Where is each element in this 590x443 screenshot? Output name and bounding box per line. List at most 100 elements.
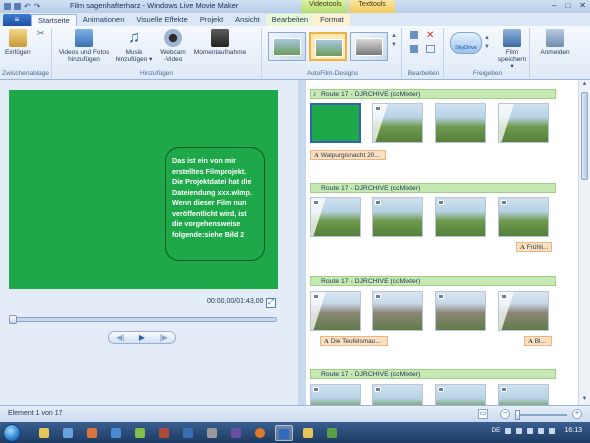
next-frame-button[interactable]: |▶ (160, 333, 168, 342)
application-menu-button[interactable]: ≡ (3, 14, 31, 26)
zoom-slider[interactable] (515, 410, 567, 420)
clip-thumbnail-6[interactable] (372, 197, 423, 237)
preview-monitor[interactable]: Das ist ein von mir erstelltes Filmproje… (9, 90, 278, 289)
gallery-down-icon[interactable]: ▼ (391, 41, 397, 50)
webcam-video-button[interactable]: Webcam -Video (156, 29, 190, 63)
language-indicator[interactable]: DE (491, 427, 500, 434)
taskbar-app-3[interactable] (107, 425, 125, 441)
scroll-up-icon[interactable]: ▲ (580, 81, 589, 89)
paste-button[interactable]: Einfügen (5, 29, 31, 56)
taskbar-app-movie-maker[interactable] (275, 424, 293, 441)
clip-thumbnail-11[interactable] (435, 291, 486, 331)
clip-thumbnail-8[interactable] (498, 197, 549, 237)
zoom-thumb[interactable] (515, 410, 520, 420)
theme-thumbnail-1[interactable] (268, 32, 306, 61)
clip-thumbnail-15[interactable] (435, 384, 486, 405)
music-track-bar[interactable]: ♪ Route 17 - DJRCHIVE (ccMixter) (310, 89, 556, 99)
start-button[interactable] (3, 423, 21, 442)
tab-format[interactable]: Format (314, 14, 350, 26)
cut-button[interactable]: ✂ (37, 29, 45, 38)
tray-icon[interactable] (505, 427, 512, 434)
app-icon[interactable] (4, 3, 11, 10)
music-track-bar[interactable]: Route 17 - DJRCHIVE (ccMixter) (310, 183, 556, 193)
clip-thumbnail-16[interactable] (498, 384, 549, 405)
music-track-bar[interactable]: Route 17 - DJRCHIVE (ccMixter) (310, 369, 556, 379)
tray-icon[interactable] (516, 427, 523, 434)
taskbar-app-8[interactable] (227, 425, 245, 441)
taskbar-clock[interactable]: 16:13 (564, 427, 582, 434)
save-movie-button[interactable]: Film speichern ▾ (496, 29, 528, 70)
taskbar-app-7[interactable] (203, 425, 221, 441)
clip-thumbnail-1[interactable] (310, 103, 361, 143)
gallery-up-icon[interactable]: ▲ (391, 32, 397, 41)
rotate-left-icon[interactable] (410, 31, 418, 39)
tab-bearbeiten[interactable]: Bearbeiten (265, 14, 315, 26)
clip-thumbnail-3[interactable] (435, 103, 486, 143)
seek-bar[interactable] (9, 315, 277, 324)
taskbar-app-10[interactable] (299, 425, 317, 441)
share-up-icon[interactable]: ▲ (484, 34, 490, 43)
caption-item[interactable]: A Die Teufelsmau... (320, 336, 388, 346)
taskbar-app-1[interactable] (59, 425, 77, 441)
storyboard-scrollbar[interactable]: ▲ ▼ (578, 80, 590, 405)
taskbar-app-2[interactable] (83, 425, 101, 441)
tab-animationen[interactable]: Animationen (77, 14, 131, 26)
rotate-right-icon[interactable] (410, 45, 418, 53)
add-videos-photos-button[interactable]: Videos und Fotos hinzufügen (58, 29, 110, 63)
theme-gallery-scroll[interactable]: ▲ ▼ (391, 32, 397, 50)
clip-thumbnail-5[interactable] (310, 197, 361, 237)
clip-thumbnail-2[interactable] (372, 103, 423, 143)
taskbar-app-6[interactable] (179, 425, 197, 441)
caption-item[interactable]: A Bl... (524, 336, 552, 346)
scroll-thumb[interactable] (581, 92, 588, 180)
select-all-icon[interactable] (426, 45, 435, 53)
tab-projekt[interactable]: Projekt (194, 14, 229, 26)
snapshot-icon (211, 29, 229, 47)
maximize-button[interactable]: □ (565, 1, 570, 10)
redo-icon[interactable]: ↷ (34, 3, 41, 11)
paste-label: Einfügen (5, 49, 31, 56)
tray-icon[interactable] (527, 427, 534, 434)
close-button[interactable]: ✕ (579, 1, 586, 10)
previous-frame-button[interactable]: ◀| (116, 333, 124, 342)
tab-ansicht[interactable]: Ansicht (229, 14, 266, 26)
tab-visuelle-effekte[interactable]: Visuelle Effekte (130, 14, 193, 26)
tab-startseite[interactable]: Startseite (31, 14, 77, 26)
share-gallery-scroll[interactable]: ▲ ▼ (484, 34, 490, 52)
theme-thumbnail-3[interactable] (350, 32, 388, 61)
play-button[interactable]: ▶ (139, 333, 145, 342)
fullscreen-icon[interactable]: ⤢ (266, 298, 276, 308)
music-track-bar[interactable]: Route 17 - DJRCHIVE (ccMixter) (310, 276, 556, 286)
share-down-icon[interactable]: ▼ (484, 43, 490, 52)
zoom-in-button[interactable]: + (572, 409, 582, 419)
add-music-button[interactable]: ♫ Musik hinzufügen ▾ (114, 29, 154, 63)
seek-thumb[interactable] (9, 315, 17, 324)
taskbar-app-explorer[interactable] (35, 425, 53, 441)
skydrive-button[interactable]: SkyDrive (450, 32, 482, 54)
undo-icon[interactable]: ↶ (24, 3, 31, 11)
theme-thumbnail-2-selected[interactable] (309, 32, 347, 61)
zoom-out-button[interactable]: − (500, 409, 510, 419)
clip-thumbnail-13[interactable] (310, 384, 361, 405)
clip-thumbnail-9[interactable] (310, 291, 361, 331)
snapshot-button[interactable]: Momentaufnahme (192, 29, 248, 56)
monitor-icon[interactable]: ▭ (478, 409, 488, 419)
caption-item[interactable]: A Walpurgisnacht 20... (310, 150, 386, 160)
clip-thumbnail-7[interactable] (435, 197, 486, 237)
clip-thumbnail-14[interactable] (372, 384, 423, 405)
clip-thumbnail-10[interactable] (372, 291, 423, 331)
network-icon[interactable] (538, 427, 545, 434)
signin-button[interactable]: Anmelden (536, 29, 574, 56)
clip-thumbnail-4[interactable] (498, 103, 549, 143)
taskbar-app-firefox[interactable] (251, 425, 269, 441)
minimize-button[interactable]: – (552, 1, 556, 10)
save-icon[interactable] (14, 3, 21, 10)
scroll-down-icon[interactable]: ▼ (580, 396, 589, 404)
caption-item[interactable]: A Frühli... (516, 242, 552, 252)
volume-icon[interactable] (549, 427, 556, 434)
clip-thumbnail-12[interactable] (498, 291, 549, 331)
remove-icon[interactable]: ✕ (426, 30, 434, 41)
taskbar-app-11[interactable] (323, 425, 341, 441)
taskbar-app-5[interactable] (155, 425, 173, 441)
taskbar-app-4[interactable] (131, 425, 149, 441)
